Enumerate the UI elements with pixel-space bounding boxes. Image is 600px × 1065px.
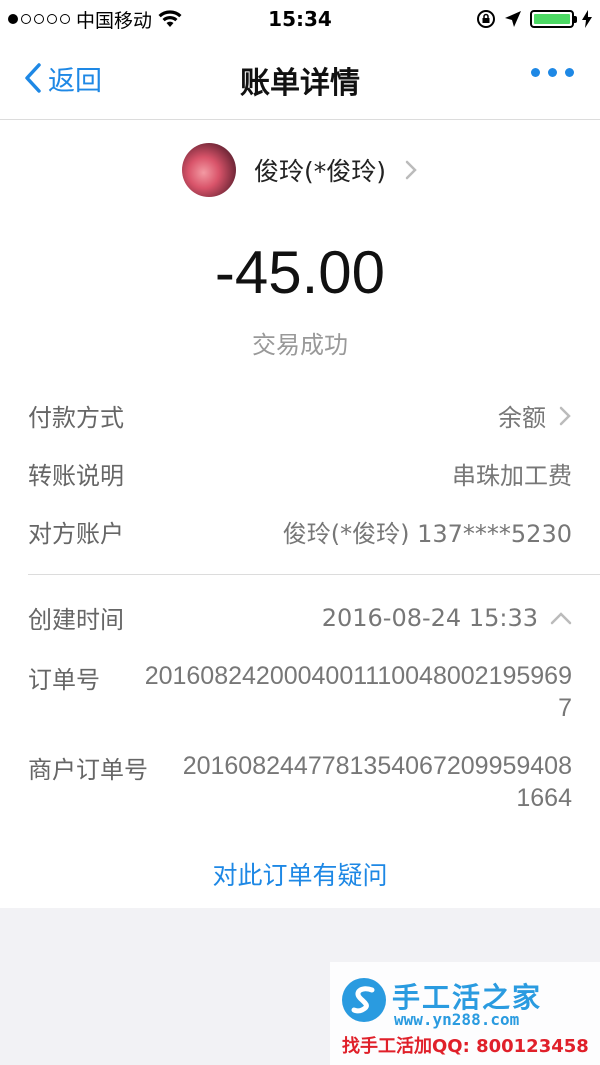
chevron-right-icon [405,160,417,180]
nav-bar: 返回 账单详情 [0,38,600,120]
more-dot-icon [565,68,574,77]
location-arrow-icon [505,11,521,27]
counterparty-row[interactable]: 俊玲(*俊玲) [0,140,600,200]
transfer-note-row: 转账说明 串珠加工费 [28,456,572,491]
transaction-status: 交易成功 [252,331,348,359]
merchant-order-number-row: 商户订单号 20160824477813540672099594081664 [28,750,572,814]
transfer-note-value: 串珠加工费 [452,462,572,490]
payment-method-value: 余额 [498,404,546,432]
status-right [476,0,592,38]
more-dot-icon [548,68,557,77]
payment-method-row[interactable]: 付款方式 余额 [28,398,572,433]
order-number-value: 20160824200040011100480021959697 [144,662,572,722]
counterparty-account-value: 俊玲(*俊玲) 137****5230 [282,520,572,548]
more-dot-icon [531,68,540,77]
chevron-up-icon [550,611,572,624]
transfer-note-label: 转账说明 [28,462,124,490]
page-title: 账单详情 [240,66,360,101]
watermark-contact: 找手工活加QQ: 800123458 [342,1036,589,1057]
watermark-logo-icon [342,978,386,1022]
created-time-value: 2016-08-24 15:33 [321,603,538,632]
created-time-label: 创建时间 [28,606,124,634]
payment-method-label: 付款方式 [28,404,124,432]
merchant-order-number-label: 商户订单号 [28,756,148,784]
more-options-button[interactable] [531,68,574,77]
charging-bolt-icon [582,10,592,28]
watermark: 手工活之家 www.yn288.com 找手工活加QQ: 800123458 [330,962,600,1065]
merchant-order-number-value: 20160824477813540672099594081664 [182,752,572,812]
counterparty-account-label: 对方账户 [28,520,124,548]
transaction-amount: -45.00 [214,239,386,306]
counterparty-name: 俊玲(*俊玲) [253,157,386,186]
order-question-link[interactable]: 对此订单有疑问 [0,856,600,892]
watermark-url: www.yn288.com [394,1010,520,1029]
status-bar: 中国移动 15:34 [0,0,600,38]
order-number-row: 订单号 20160824200040011100480021959697 [28,660,572,724]
avatar [181,143,236,197]
divider [28,574,600,575]
battery-icon [530,10,577,28]
counterparty-account-row: 对方账户 俊玲(*俊玲) 137****5230 [28,514,572,549]
rotation-lock-icon [477,10,495,28]
order-number-label: 订单号 [28,666,100,694]
created-time-row[interactable]: 创建时间 2016-08-24 15:33 [28,600,572,635]
chevron-right-icon [559,406,571,425]
